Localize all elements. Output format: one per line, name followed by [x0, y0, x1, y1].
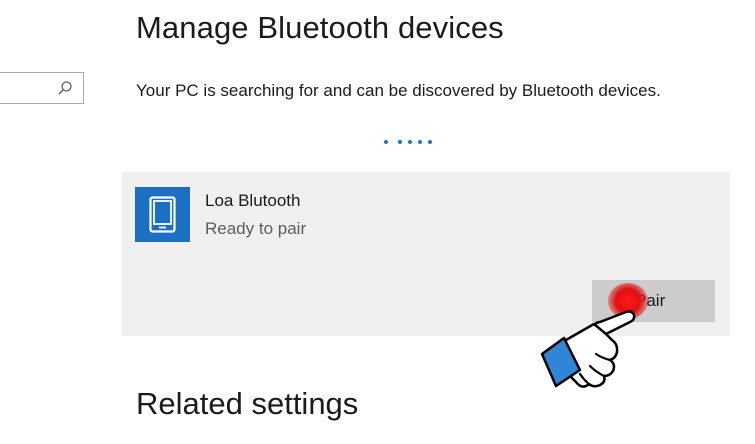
related-settings-heading: Related settings [136, 386, 359, 421]
device-icon-tile [135, 187, 190, 242]
progress-dot [384, 140, 388, 144]
progress-dot [428, 140, 432, 144]
device-status: Ready to pair [205, 219, 307, 238]
search-icon [58, 81, 72, 95]
bluetooth-settings-page: Manage Bluetooth devices Your PC is sear… [0, 0, 755, 444]
search-input[interactable] [0, 72, 84, 104]
page-title: Manage Bluetooth devices [136, 10, 504, 45]
progress-dot [418, 140, 422, 144]
device-name: Loa Blutooth [205, 191, 301, 210]
hand-pointer-icon [540, 310, 636, 388]
phone-icon [149, 196, 176, 233]
searching-progress-indicator [384, 140, 432, 144]
progress-dot [408, 140, 412, 144]
discovery-status-text: Your PC is searching for and can be disc… [136, 81, 661, 100]
progress-dot [398, 140, 402, 144]
